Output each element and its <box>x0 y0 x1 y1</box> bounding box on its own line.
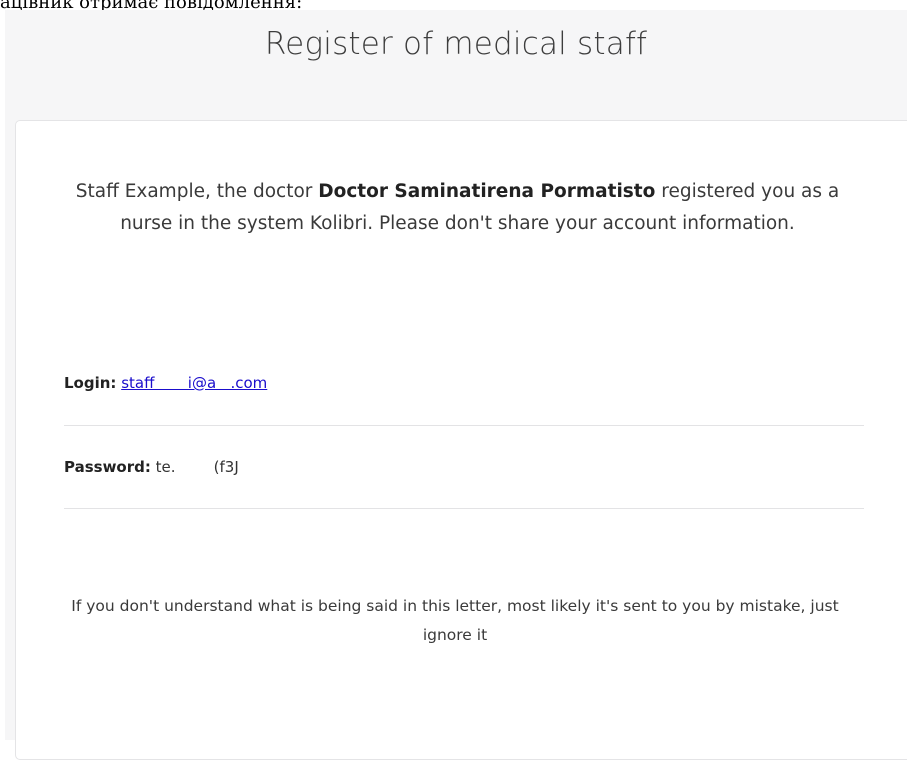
email-title: Register of medical staff <box>264 26 648 62</box>
divider <box>64 508 864 509</box>
footer-note: If you don't understand what is being sa… <box>71 597 839 644</box>
intro-paragraph: Staff Example, the doctor Doctor Saminat… <box>70 176 845 239</box>
login-email-link[interactable]: staff i@a .com <box>121 374 267 392</box>
password-value: te. (f3J <box>155 458 239 476</box>
divider <box>64 425 864 426</box>
login-row: Login: staff i@a .com <box>64 372 267 394</box>
intro-prefix: Staff Example, the doctor <box>75 181 319 202</box>
doctor-name: Doctor Saminatirena Pormatisto <box>318 181 656 202</box>
login-label: Login: <box>64 374 117 392</box>
password-label: Password: <box>64 458 151 476</box>
password-row: Password: te. (f3J <box>64 456 239 478</box>
